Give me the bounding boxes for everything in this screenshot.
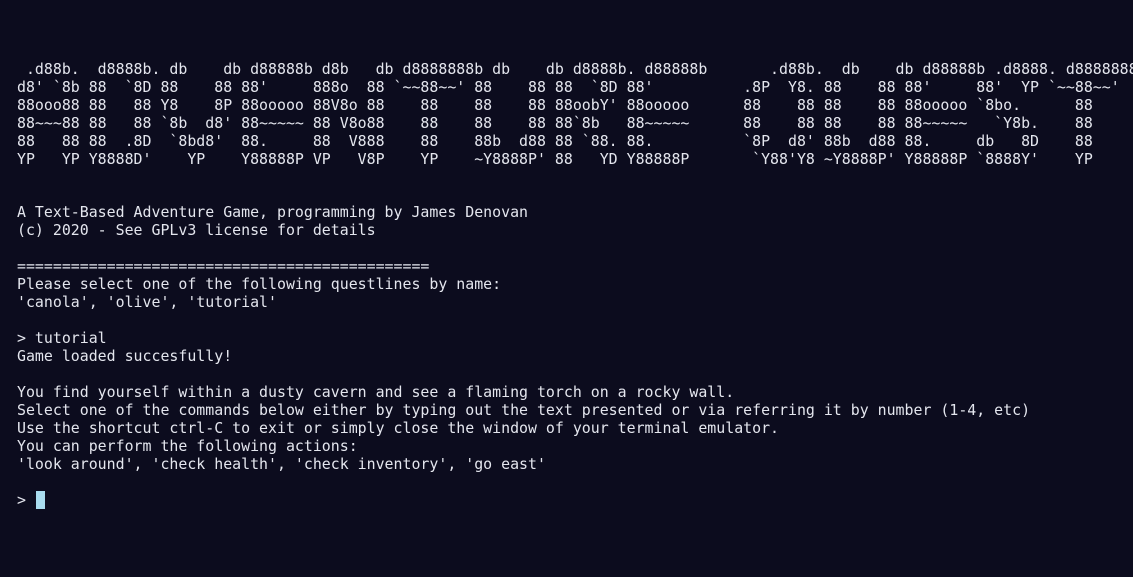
questline-prompt-line: Please select one of the following quest… [17,275,502,293]
separator-line: ========================================… [17,257,430,275]
ascii-art-banner: .d88b. d8888b. db db d88888b d8b db d888… [17,60,1133,169]
prompt-symbol: > [17,491,35,509]
questline-options-line: 'canola', 'olive', 'tutorial' [17,293,277,311]
intro-title-line: A Text-Based Adventure Game, programming… [17,203,529,221]
terminal-window[interactable]: .d88b. d8888b. db db d88888b d8b db d888… [0,0,1133,577]
copyright-line: (c) 2020 - See GPLv3 license for details [17,221,376,239]
game-loaded-line: Game loaded succesfully! [17,347,233,365]
terminal-output: A Text-Based Adventure Game, programming… [17,203,1127,473]
scene-description-line: You find yourself within a dusty cavern … [17,383,735,401]
user-command-echo: > tutorial [17,329,107,347]
actions-list-line: 'look around', 'check health', 'check in… [17,455,546,473]
instructions-line: Select one of the commands below either … [17,401,1031,419]
text-cursor [35,491,45,509]
actions-header-line: You can perform the following actions: [17,437,358,455]
command-prompt[interactable]: > [17,491,45,509]
exit-hint-line: Use the shortcut ctrl-C to exit or simpl… [17,419,780,437]
